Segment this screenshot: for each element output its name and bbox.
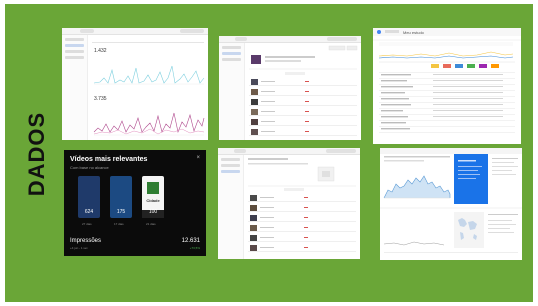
row-text [261, 121, 275, 122]
svg-text:3.735: 3.735 [94, 96, 107, 102]
metric-period: +4 jun - 1 set [70, 246, 88, 250]
close-icon[interactable]: × [196, 155, 200, 161]
video-views: 100 [148, 209, 158, 215]
thumbnail [250, 235, 257, 241]
card-title: Vídeos mais relevantes [70, 156, 148, 163]
svg-text:Cidade: Cidade [146, 198, 160, 203]
thumbnail [250, 245, 257, 251]
row-indicator [304, 227, 308, 228]
row-text [261, 111, 275, 112]
thumbnail [251, 99, 258, 105]
screenshot-analytics-charts: 1.432 3.735 [62, 28, 208, 140]
video-card-2[interactable]: 175 [110, 176, 132, 218]
video-caption: 27 dias [82, 222, 92, 226]
row-text [260, 197, 274, 198]
row-indicator [305, 131, 309, 132]
video-card-3[interactable]: Cidade 100 [142, 176, 164, 218]
table-row [249, 118, 357, 126]
row-indicator [305, 91, 309, 92]
metric-change: +73,5% [189, 246, 200, 250]
thumbnail [251, 109, 258, 115]
table-row [249, 88, 357, 96]
table-row [248, 224, 356, 232]
row-text [260, 207, 274, 208]
thumbnail [250, 225, 257, 231]
thumbnail [250, 215, 257, 221]
screenshot-search-dashboard: Meu estudo [373, 28, 521, 144]
thumbnail [250, 205, 257, 211]
screenshot-youtube-top-videos: Vídeos mais relevantes Com base no alcan… [64, 150, 206, 256]
table-row [249, 98, 357, 106]
search-dashboard [373, 28, 521, 133]
slide-title: DADOS [24, 111, 49, 197]
row-text [260, 227, 274, 228]
row-text [260, 247, 274, 248]
video-caption: 21 dias [146, 222, 156, 226]
metric-label: Impressões [70, 238, 102, 244]
video-caption: 17 dias [114, 222, 124, 226]
row-indicator [305, 111, 309, 112]
row-indicator [304, 247, 308, 248]
video-views: 175 [116, 209, 126, 215]
row-indicator [305, 121, 309, 122]
row-text [260, 237, 274, 238]
chart-lines: 1.432 3.735 [93, 48, 205, 136]
row-text [261, 81, 275, 82]
row-indicator [305, 81, 309, 82]
screenshot-analytics-overview [380, 148, 522, 260]
thumbnail [250, 195, 257, 201]
row-indicator [304, 197, 308, 198]
svg-text:1.432: 1.432 [94, 48, 107, 54]
row-indicator [304, 217, 308, 218]
row-indicator [305, 101, 309, 102]
table-row [249, 128, 357, 136]
row-text [261, 101, 275, 102]
video-card-1[interactable]: 624 [78, 176, 100, 218]
row-text [261, 91, 275, 92]
row-text [261, 131, 275, 132]
table-row [248, 234, 356, 242]
dashboard-title: Meu estudo [403, 30, 424, 35]
thumbnail [251, 79, 258, 85]
table-row [249, 108, 357, 116]
thumbnail [251, 129, 258, 135]
row-indicator [304, 207, 308, 208]
thumbnail [251, 119, 258, 125]
table-row [248, 194, 356, 202]
screenshot-content-table [219, 36, 361, 140]
table-row [249, 78, 357, 86]
row-text [260, 217, 274, 218]
video-views: 624 [84, 209, 94, 215]
table-row [248, 244, 356, 252]
thumbnail [251, 89, 258, 95]
table-row [248, 204, 356, 212]
row-indicator [304, 237, 308, 238]
card-subtitle: Com base no alcance [70, 165, 109, 170]
screenshot-content-table-2 [218, 148, 360, 259]
analytics-overview [380, 148, 522, 253]
metric-value: 12.631 [181, 238, 200, 244]
table-row [248, 214, 356, 222]
